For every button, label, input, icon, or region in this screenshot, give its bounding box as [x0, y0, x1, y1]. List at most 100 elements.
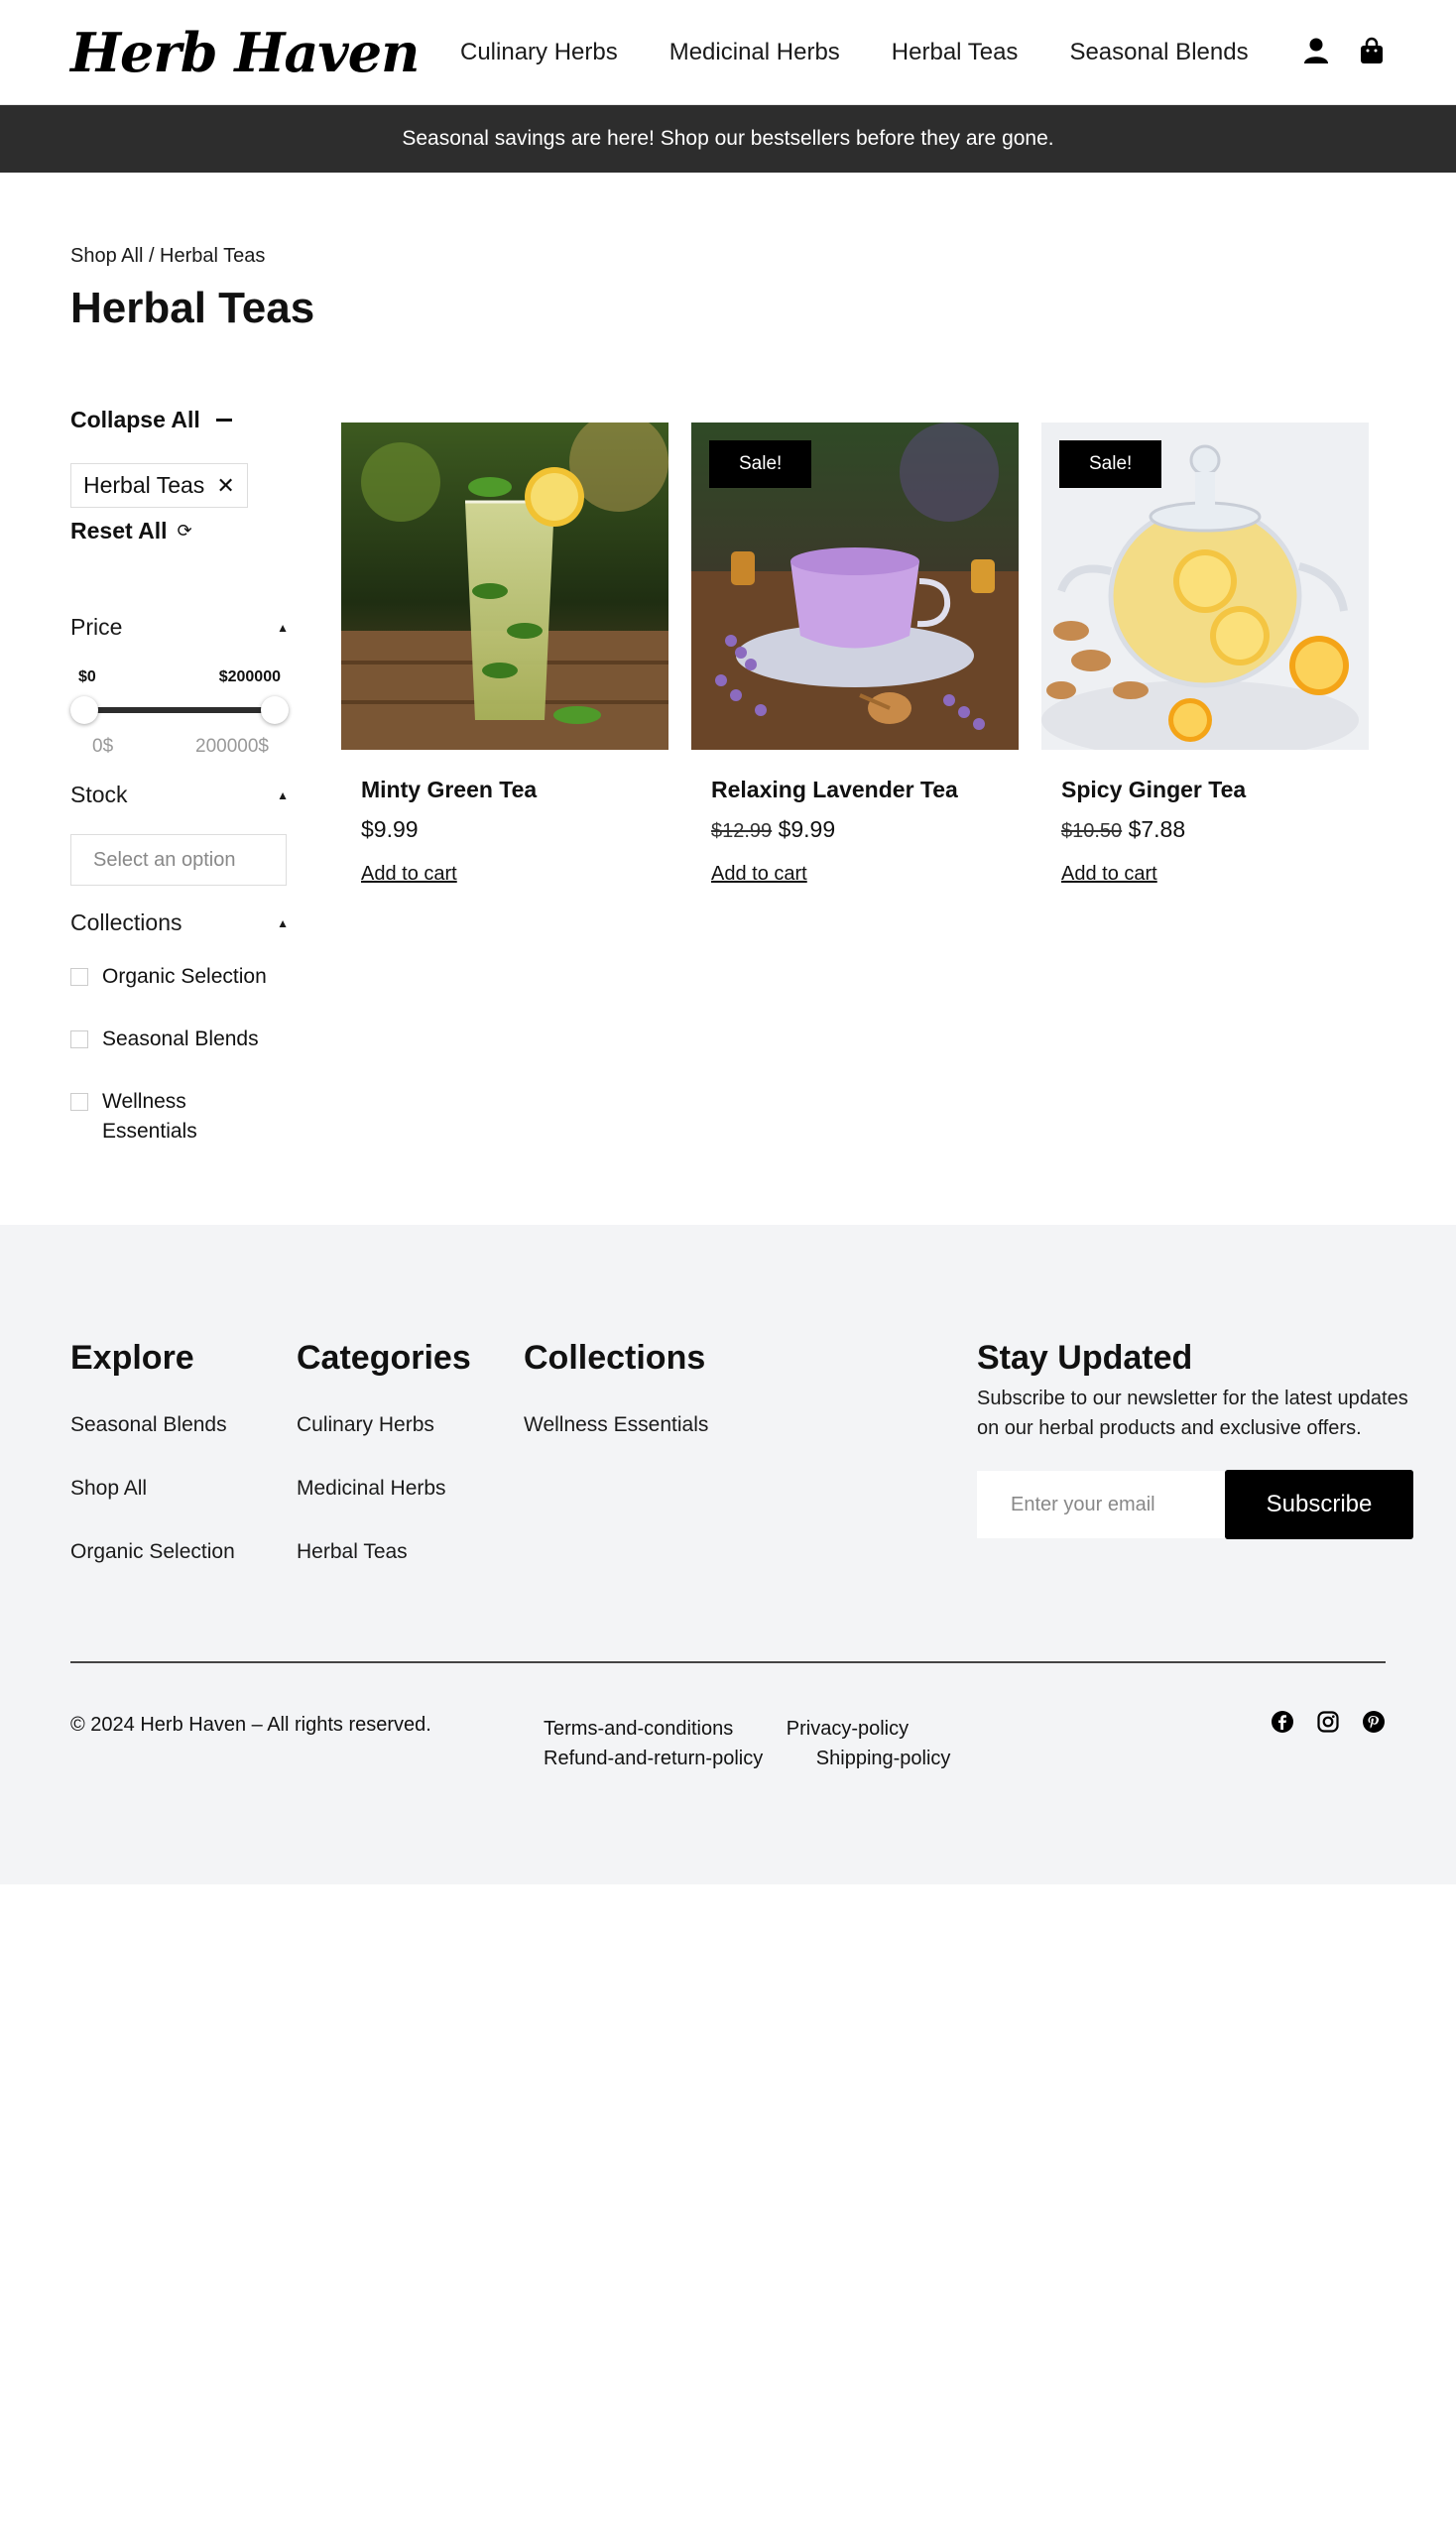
- price-slider[interactable]: [70, 694, 289, 724]
- collection-option-label: Organic Selection: [102, 965, 267, 988]
- bag-icon[interactable]: [1357, 36, 1387, 65]
- product-grid: Minty Green Tea $9.99 Add to cart Sale! …: [341, 423, 1369, 886]
- nav-herbal-teas[interactable]: Herbal Teas: [892, 39, 1019, 66]
- slider-max-handle[interactable]: [261, 696, 289, 724]
- newsletter-text: Subscribe to our newsletter for the late…: [977, 1388, 1408, 1439]
- price-max-value: 200000$: [195, 736, 269, 757]
- footer-link[interactable]: Wellness Essentials: [524, 1413, 708, 1437]
- product-info: Relaxing Lavender Tea $12.99 $9.99 Add t…: [691, 750, 1019, 886]
- stock-filter-header[interactable]: Stock ▲: [70, 782, 289, 808]
- refund-link[interactable]: Refund-and-return-policy: [544, 1744, 763, 1773]
- reset-all-button[interactable]: Reset All ⟳: [70, 518, 289, 544]
- announcement-bar: Seasonal savings are here! Shop our best…: [0, 105, 1456, 173]
- facebook-icon[interactable]: [1271, 1710, 1294, 1734]
- collapse-all-label: Collapse All: [70, 407, 200, 432]
- collections-filter-header[interactable]: Collections ▲: [70, 909, 289, 936]
- chevron-up-icon: ▲: [277, 915, 289, 930]
- shipping-link[interactable]: Shipping-policy: [816, 1744, 951, 1773]
- footer-link[interactable]: Seasonal Blends: [70, 1413, 235, 1437]
- collection-option-organic[interactable]: Organic Selection: [70, 962, 289, 992]
- add-to-cart-button[interactable]: Add to cart: [1061, 863, 1157, 886]
- product-card: Minty Green Tea $9.99 Add to cart: [341, 423, 668, 886]
- site-header: Herb Haven Culinary Herbs Medicinal Herb…: [0, 0, 1456, 105]
- product-price: $12.99 $9.99: [711, 816, 999, 843]
- stock-select[interactable]: Select an option: [70, 834, 287, 886]
- product-price: $9.99: [361, 816, 649, 843]
- footer-explore: Explore Seasonal Blends Shop All Organic…: [70, 1339, 235, 1604]
- footer-link[interactable]: Organic Selection: [70, 1540, 235, 1564]
- copyright: © 2024 Herb Haven – All rights reserved.: [70, 1714, 431, 1736]
- footer-link[interactable]: Culinary Herbs: [297, 1413, 471, 1437]
- footer-link[interactable]: Shop All: [70, 1477, 235, 1501]
- product-image-minty-green-tea[interactable]: [341, 423, 668, 750]
- terms-link[interactable]: Terms-and-conditions: [544, 1714, 733, 1744]
- checkbox[interactable]: [70, 968, 88, 986]
- instagram-icon[interactable]: [1316, 1710, 1340, 1734]
- footer-categories: Categories Culinary Herbs Medicinal Herb…: [297, 1339, 471, 1604]
- collections-options: Organic Selection Seasonal Blends Wellne…: [70, 962, 289, 1147]
- footer-collections: Collections Wellness Essentials: [524, 1339, 708, 1477]
- add-to-cart-button[interactable]: Add to cart: [711, 863, 807, 886]
- reset-all-label: Reset All: [70, 518, 168, 544]
- product-current-price: $9.99: [361, 816, 419, 842]
- product-price: $10.50 $7.88: [1061, 816, 1349, 843]
- chevron-up-icon: ▲: [277, 620, 289, 635]
- footer-divider: [70, 1661, 1386, 1663]
- collapse-all-button[interactable]: Collapse All: [70, 407, 289, 433]
- product-card: Sale! Spicy Ginger Tea $10.50 $7.88 Add …: [1041, 423, 1369, 886]
- legal-links: Terms-and-conditions Privacy-policy Refu…: [544, 1714, 1059, 1773]
- site-logo[interactable]: Herb Haven: [70, 21, 427, 84]
- minus-icon: [215, 419, 232, 422]
- product-info: Spicy Ginger Tea $10.50 $7.88 Add to car…: [1041, 750, 1369, 886]
- product-current-price: $9.99: [778, 816, 836, 842]
- nav-seasonal-blends[interactable]: Seasonal Blends: [1069, 39, 1248, 66]
- footer-collections-title: Collections: [524, 1339, 706, 1377]
- price-filter-header[interactable]: Price ▲: [70, 614, 289, 641]
- account-icon[interactable]: [1301, 36, 1331, 65]
- close-icon[interactable]: ✕: [216, 473, 234, 499]
- social-links: [1271, 1710, 1386, 1734]
- footer-link[interactable]: Medicinal Herbs: [297, 1477, 471, 1501]
- collection-option-label: Seasonal Blends: [102, 1028, 259, 1050]
- checkbox[interactable]: [70, 1030, 88, 1048]
- price-min-value: 0$: [92, 736, 114, 757]
- product-image-spicy-ginger-tea[interactable]: Sale!: [1041, 423, 1369, 750]
- footer-explore-title: Explore: [70, 1339, 194, 1377]
- price-filter: Price ▲ $0 $200000 0$ 200000$: [70, 614, 289, 758]
- product-image-relaxing-lavender-tea[interactable]: Sale!: [691, 423, 1019, 750]
- price-values: 0$ 200000$: [70, 736, 289, 758]
- price-min-label: $0: [78, 668, 96, 685]
- stock-filter: Stock ▲ Select an option: [70, 782, 289, 886]
- nav-medicinal-herbs[interactable]: Medicinal Herbs: [669, 39, 840, 66]
- price-max-label: $200000: [218, 668, 281, 685]
- privacy-link[interactable]: Privacy-policy: [787, 1714, 909, 1744]
- nav-culinary-herbs[interactable]: Culinary Herbs: [460, 39, 618, 66]
- product-name[interactable]: Relaxing Lavender Tea: [711, 777, 999, 803]
- collections-filter: Collections ▲ Organic Selection Seasonal…: [70, 909, 289, 1147]
- footer-categories-title: Categories: [297, 1339, 471, 1377]
- breadcrumb[interactable]: Shop All / Herbal Teas: [70, 245, 265, 268]
- collection-option-wellness[interactable]: Wellness Essentials: [70, 1087, 289, 1147]
- newsletter-form: Subscribe: [977, 1470, 1413, 1539]
- add-to-cart-button[interactable]: Add to cart: [361, 863, 457, 886]
- collection-option-seasonal[interactable]: Seasonal Blends: [70, 1025, 289, 1054]
- product-name[interactable]: Minty Green Tea: [361, 777, 649, 803]
- email-field[interactable]: [977, 1471, 1225, 1538]
- active-filter-chip[interactable]: Herbal Teas ✕: [70, 463, 248, 508]
- header-icons: [1301, 36, 1387, 65]
- filter-sidebar: Collapse All Herbal Teas ✕ Reset All ⟳ P…: [70, 407, 289, 1179]
- site-footer: Explore Seasonal Blends Shop All Organic…: [0, 1225, 1456, 1884]
- product-card: Sale! Relaxing Lavender Tea $12.99 $9.99…: [691, 423, 1019, 886]
- footer-link[interactable]: Herbal Teas: [297, 1540, 471, 1564]
- checkbox[interactable]: [70, 1093, 88, 1111]
- pinterest-icon[interactable]: [1362, 1710, 1386, 1734]
- product-info: Minty Green Tea $9.99 Add to cart: [341, 750, 668, 886]
- refresh-icon: ⟳: [177, 521, 192, 541]
- product-current-price: $7.88: [1128, 816, 1186, 842]
- slider-min-handle[interactable]: [70, 696, 98, 724]
- announcement-text: Seasonal savings are here! Shop our best…: [402, 127, 1054, 150]
- page-title: Herbal Teas: [70, 284, 315, 332]
- stock-select-placeholder: Select an option: [93, 848, 236, 871]
- product-name[interactable]: Spicy Ginger Tea: [1061, 777, 1349, 803]
- subscribe-button[interactable]: Subscribe: [1225, 1470, 1413, 1539]
